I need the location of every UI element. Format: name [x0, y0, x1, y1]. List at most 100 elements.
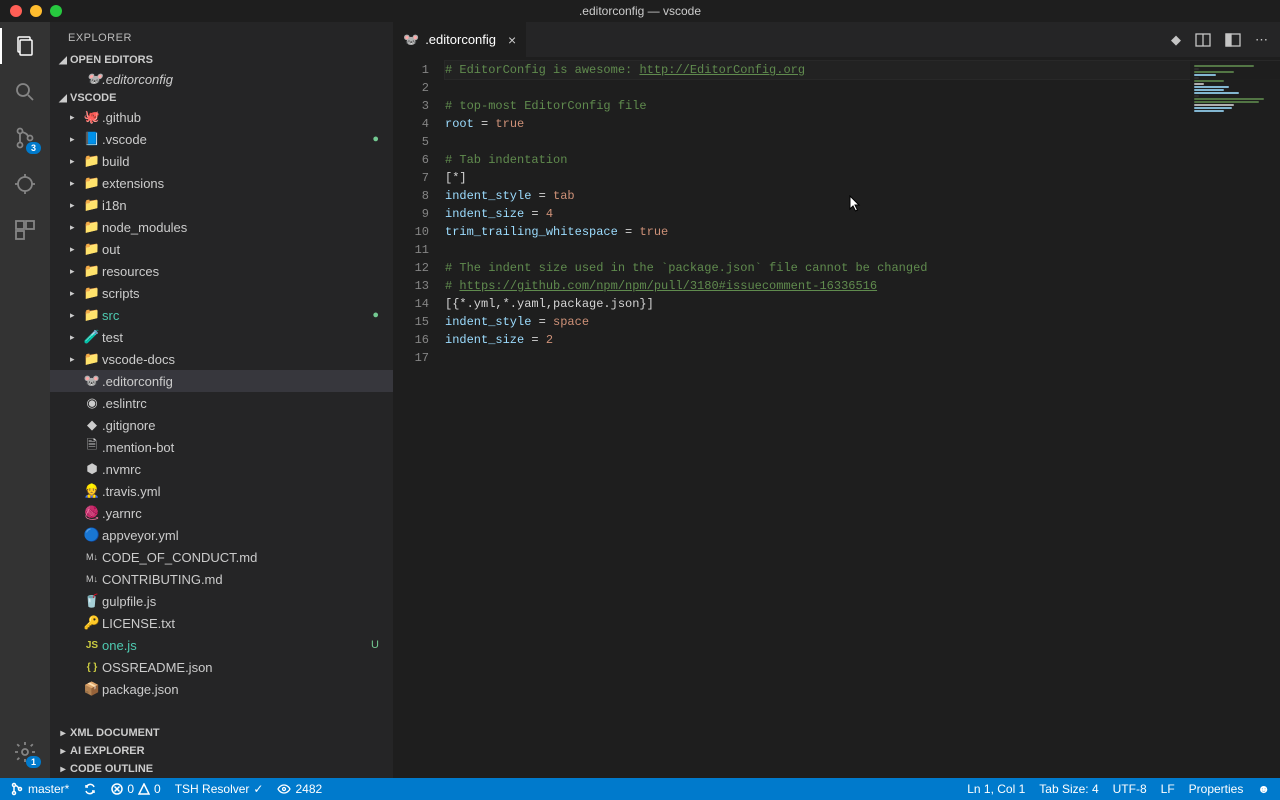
folder-item[interactable]: ▸📁scripts	[50, 282, 393, 304]
file-item[interactable]: JSone.jsU	[50, 634, 393, 656]
sync-status[interactable]	[83, 782, 97, 796]
file-item[interactable]: 🥤gulpfile.js	[50, 590, 393, 612]
tree-item-label: gulpfile.js	[102, 594, 156, 609]
language-status[interactable]: Properties	[1189, 782, 1244, 796]
tree-item-label: node_modules	[102, 220, 187, 235]
search-view-icon[interactable]	[11, 78, 39, 106]
yarn-icon: 🧶	[82, 505, 102, 521]
tree-item-label: vscode-docs	[102, 352, 175, 367]
folder-icon: 📁	[82, 351, 102, 367]
file-item[interactable]: 🗎.mention-bot	[50, 436, 393, 458]
open-editors-section[interactable]: ◢ OPEN EDITORS	[50, 52, 393, 68]
open-editor-item[interactable]: 🐭 .editorconfig	[50, 68, 393, 90]
folder-item[interactable]: ▸📁i18n	[50, 194, 393, 216]
workspace-section[interactable]: ◢ VSCODE	[50, 90, 393, 106]
code-line[interactable]: [*]	[445, 169, 1280, 187]
code-line[interactable]: indent_style = space	[445, 313, 1280, 331]
encoding-status[interactable]: UTF-8	[1113, 782, 1147, 796]
watch-status[interactable]: 2482	[277, 782, 322, 796]
branch-status[interactable]: master*	[10, 782, 69, 796]
settings-gear-icon[interactable]: 1	[11, 738, 39, 766]
code-content[interactable]: # EditorConfig is awesome: http://Editor…	[445, 61, 1280, 778]
editorconfig-icon: 🐭	[403, 32, 419, 48]
file-item[interactable]: ⬢.nvmrc	[50, 458, 393, 480]
tabs-bar: 🐭 .editorconfig × ◆ ⋯	[393, 22, 1280, 57]
explorer-view-icon[interactable]	[11, 32, 39, 60]
chevron-right-icon: ▸	[70, 156, 82, 167]
cursor-position-status[interactable]: Ln 1, Col 1	[967, 782, 1025, 796]
close-window-button[interactable]	[10, 5, 22, 17]
tree-item-label: package.json	[102, 682, 179, 697]
split-editor-icon[interactable]	[1195, 32, 1211, 48]
git-icon: ◆	[82, 417, 102, 433]
code-line[interactable]	[445, 133, 1280, 151]
folder-item[interactable]: ▸📁out	[50, 238, 393, 260]
code-line[interactable]	[445, 79, 1280, 97]
maximize-window-button[interactable]	[50, 5, 62, 17]
code-line[interactable]: # The indent size used in the `package.j…	[445, 259, 1280, 277]
file-item[interactable]: 🐭.editorconfig	[50, 370, 393, 392]
eol-status[interactable]: LF	[1161, 782, 1175, 796]
folder-item[interactable]: ▸🐙.github	[50, 106, 393, 128]
folder-item[interactable]: ▸📁extensions	[50, 172, 393, 194]
tree-item-label: out	[102, 242, 120, 257]
tab-size-status[interactable]: Tab Size: 4	[1039, 782, 1098, 796]
chevron-right-icon: ▸	[70, 112, 82, 123]
npm-icon: 📦	[82, 681, 102, 697]
xml-document-section[interactable]: ▸ XML DOCUMENT	[50, 724, 393, 742]
code-line[interactable]	[445, 349, 1280, 367]
watch-count: 2482	[295, 782, 322, 796]
file-item[interactable]: 📦package.json	[50, 678, 393, 700]
code-line[interactable]: # EditorConfig is awesome: http://Editor…	[445, 61, 1280, 79]
code-line[interactable]	[445, 241, 1280, 259]
file-item[interactable]: 👷.travis.yml	[50, 480, 393, 502]
close-tab-icon[interactable]: ×	[508, 32, 516, 48]
minimap[interactable]	[1190, 61, 1280, 778]
file-item[interactable]: { }OSSREADME.json	[50, 656, 393, 678]
file-item[interactable]: M↓CONTRIBUTING.md	[50, 568, 393, 590]
file-item[interactable]: M↓CODE_OF_CONDUCT.md	[50, 546, 393, 568]
scm-view-icon[interactable]: 3	[11, 124, 39, 152]
folder-item[interactable]: ▸📁build	[50, 150, 393, 172]
file-item[interactable]: ◉.eslintrc	[50, 392, 393, 414]
open-editor-filename: .editorconfig	[102, 72, 173, 87]
file-item[interactable]: ◆.gitignore	[50, 414, 393, 436]
toggle-panel-icon[interactable]	[1225, 32, 1241, 48]
code-line[interactable]: # https://github.com/npm/npm/pull/3180#i…	[445, 277, 1280, 295]
tree-item-label: build	[102, 154, 129, 169]
code-line[interactable]: # Tab indentation	[445, 151, 1280, 169]
diff-icon[interactable]: ◆	[1171, 32, 1181, 48]
file-item[interactable]: 🔑LICENSE.txt	[50, 612, 393, 634]
folder-item[interactable]: ▸📁resources	[50, 260, 393, 282]
problems-status[interactable]: 0 0	[111, 782, 160, 796]
debug-view-icon[interactable]	[11, 170, 39, 198]
tree-item-label: extensions	[102, 176, 164, 191]
code-outline-section[interactable]: ▸ CODE OUTLINE	[50, 760, 393, 778]
folder-item[interactable]: ▸📁vscode-docs	[50, 348, 393, 370]
code-line[interactable]: [{*.yml,*.yaml,package.json}]	[445, 295, 1280, 313]
scm-badge: 3	[26, 142, 41, 154]
folder-item[interactable]: ▸📁node_modules	[50, 216, 393, 238]
folder-item[interactable]: ▸📁src●	[50, 304, 393, 326]
file-icon: 🗎	[82, 436, 102, 458]
editor-tab[interactable]: 🐭 .editorconfig ×	[393, 22, 527, 57]
folder-item[interactable]: ▸🧪test	[50, 326, 393, 348]
minimize-window-button[interactable]	[30, 5, 42, 17]
code-line[interactable]: indent_size = 2	[445, 331, 1280, 349]
code-line[interactable]: # top-most EditorConfig file	[445, 97, 1280, 115]
file-item[interactable]: 🧶.yarnrc	[50, 502, 393, 524]
extensions-view-icon[interactable]	[11, 216, 39, 244]
feedback-icon[interactable]: ☻	[1257, 782, 1270, 796]
code-line[interactable]: trim_trailing_whitespace = true	[445, 223, 1280, 241]
file-item[interactable]: 🔵appveyor.yml	[50, 524, 393, 546]
ai-explorer-section[interactable]: ▸ AI EXPLORER	[50, 742, 393, 760]
gulp-icon: 🥤	[82, 593, 102, 609]
tree-item-label: test	[102, 330, 123, 345]
tsh-resolver-status[interactable]: TSH Resolver ✓	[175, 782, 264, 796]
tree-item-label: .github	[102, 110, 141, 125]
editor-body[interactable]: 1234567891011121314151617 # EditorConfig…	[393, 61, 1280, 778]
folder-y-icon: 📁	[82, 175, 102, 191]
more-actions-icon[interactable]: ⋯	[1255, 32, 1268, 48]
folder-item[interactable]: ▸📘.vscode●	[50, 128, 393, 150]
code-line[interactable]: root = true	[445, 115, 1280, 133]
